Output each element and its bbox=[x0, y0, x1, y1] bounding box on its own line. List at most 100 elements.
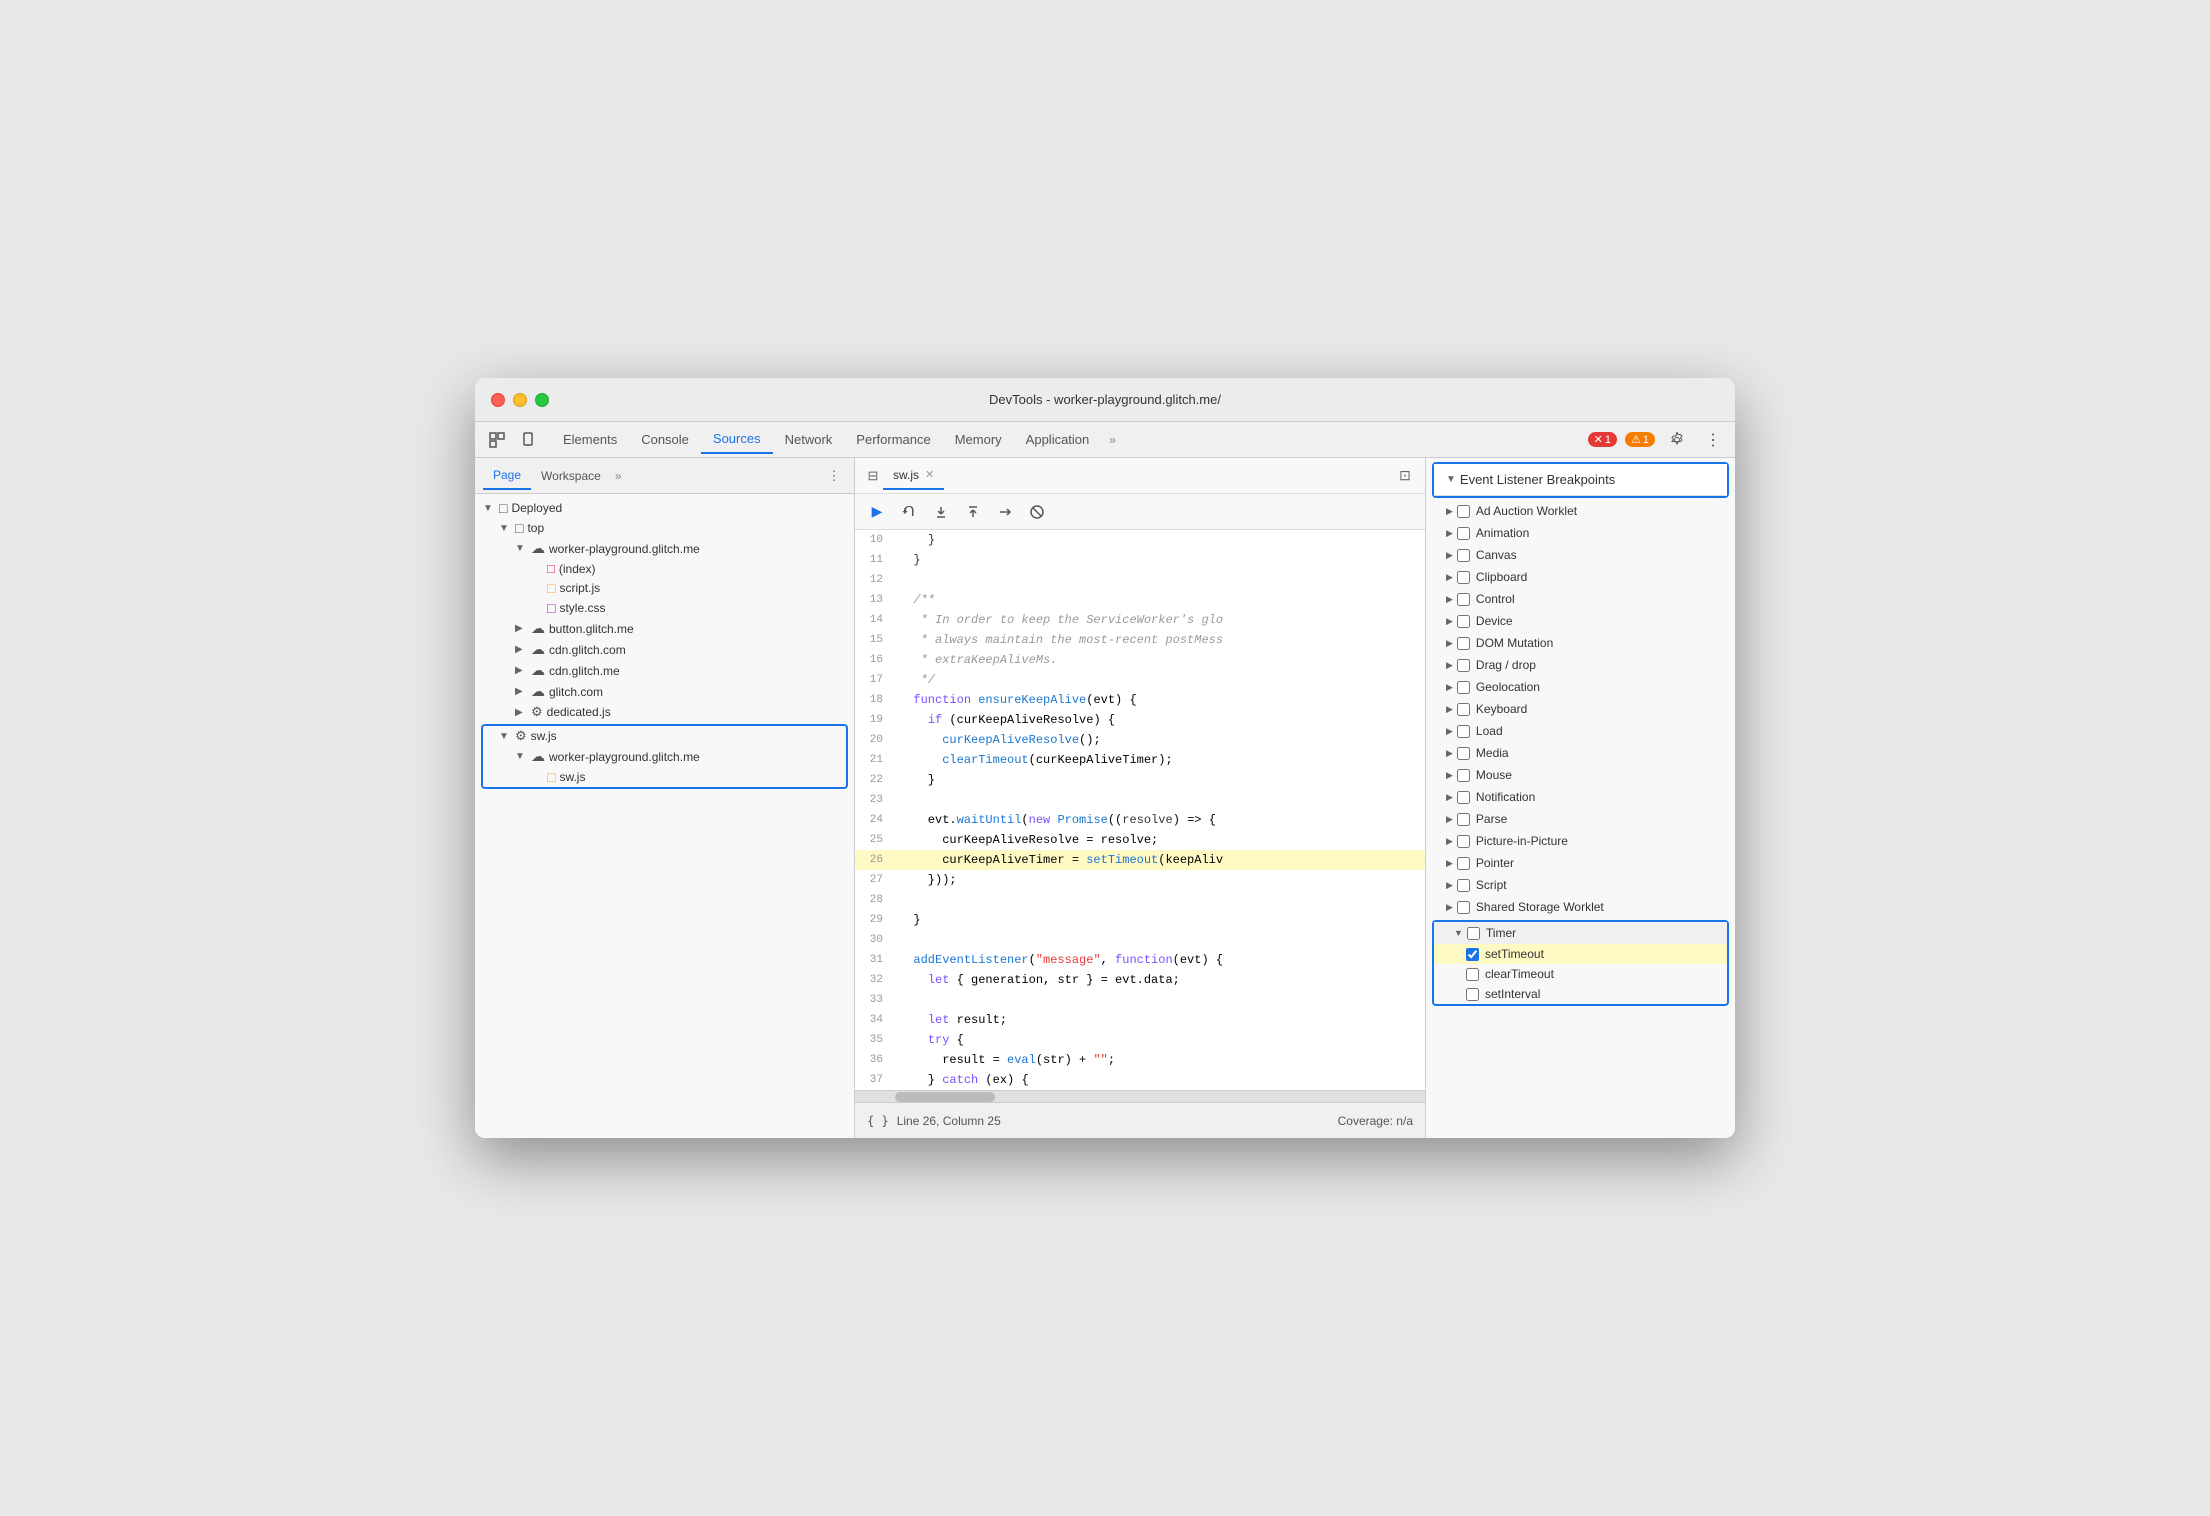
file-panel-menu-icon[interactable]: ⋮ bbox=[822, 464, 846, 488]
checkbox-drag-drop[interactable] bbox=[1457, 659, 1470, 672]
bp-section-dom-mutation[interactable]: ▶ DOM Mutation bbox=[1426, 632, 1735, 654]
checkbox-shared-storage[interactable] bbox=[1457, 901, 1470, 914]
checkbox-load[interactable] bbox=[1457, 725, 1470, 738]
bp-section-keyboard[interactable]: ▶ Keyboard bbox=[1426, 698, 1735, 720]
nav-memory[interactable]: Memory bbox=[943, 426, 1014, 453]
bp-section-shared-storage[interactable]: ▶ Shared Storage Worklet bbox=[1426, 896, 1735, 918]
checkbox-dom-mutation[interactable] bbox=[1457, 637, 1470, 650]
settings-icon[interactable] bbox=[1663, 426, 1691, 454]
checkbox-script[interactable] bbox=[1457, 879, 1470, 892]
nav-elements[interactable]: Elements bbox=[551, 426, 629, 453]
debug-step-over-btn[interactable] bbox=[895, 498, 923, 526]
tab-workspace[interactable]: Workspace bbox=[531, 463, 611, 489]
checkbox-animation[interactable] bbox=[1457, 527, 1470, 540]
bp-section-mouse[interactable]: ▶ Mouse bbox=[1426, 764, 1735, 786]
code-panel-expand-icon[interactable]: ⊟ bbox=[863, 466, 883, 486]
scrollbar-thumb[interactable] bbox=[895, 1092, 995, 1102]
checkbox-settimeout[interactable] bbox=[1466, 948, 1479, 961]
bp-item-settimeout[interactable]: setTimeout bbox=[1434, 944, 1727, 964]
checkbox-control[interactable] bbox=[1457, 593, 1470, 606]
error-badge[interactable]: ✕ 1 bbox=[1588, 432, 1617, 447]
bp-section-canvas[interactable]: ▶ Canvas bbox=[1426, 544, 1735, 566]
checkbox-ad-auction[interactable] bbox=[1457, 505, 1470, 518]
checkbox-geolocation[interactable] bbox=[1457, 681, 1470, 694]
tree-item-scriptjs[interactable]: ▶ □ script.js bbox=[475, 578, 854, 598]
code-area[interactable]: 10 } 11 } 12 13 /** 14 * I bbox=[855, 530, 1425, 1090]
bp-section-notification[interactable]: ▶ Notification bbox=[1426, 786, 1735, 808]
bp-section-geolocation[interactable]: ▶ Geolocation bbox=[1426, 676, 1735, 698]
bp-section-device[interactable]: ▶ Device bbox=[1426, 610, 1735, 632]
code-action-expand-icon[interactable]: ⊡ bbox=[1393, 464, 1417, 488]
bp-section-animation[interactable]: ▶ Animation bbox=[1426, 522, 1735, 544]
bp-section-parse[interactable]: ▶ Parse bbox=[1426, 808, 1735, 830]
tab-page[interactable]: Page bbox=[483, 462, 531, 490]
checkbox-clipboard[interactable] bbox=[1457, 571, 1470, 584]
checkbox-picture-in-picture[interactable] bbox=[1457, 835, 1470, 848]
tree-item-index[interactable]: ▶ □ (index) bbox=[475, 559, 854, 578]
nav-performance[interactable]: Performance bbox=[844, 426, 942, 453]
checkbox-canvas[interactable] bbox=[1457, 549, 1470, 562]
tree-item-dedicatedjs[interactable]: ▶ ⚙ dedicated.js bbox=[475, 702, 854, 722]
debug-step-into-btn[interactable] bbox=[927, 498, 955, 526]
format-button[interactable]: { } bbox=[867, 1114, 889, 1128]
horizontal-scrollbar[interactable] bbox=[855, 1090, 1425, 1102]
code-tab-close-icon[interactable]: ✕ bbox=[925, 468, 934, 481]
tree-item-worker-playground[interactable]: ▼ ☁ worker-playground.glitch.me bbox=[475, 538, 854, 559]
minimize-button[interactable] bbox=[513, 393, 527, 407]
tree-item-button-glitch[interactable]: ▶ ☁ button.glitch.me bbox=[475, 618, 854, 639]
checkbox-device[interactable] bbox=[1457, 615, 1470, 628]
more-icon[interactable]: ⋮ bbox=[1699, 426, 1727, 454]
checkbox-pointer[interactable] bbox=[1457, 857, 1470, 870]
nav-application[interactable]: Application bbox=[1014, 426, 1102, 453]
bp-section-drag-drop[interactable]: ▶ Drag / drop bbox=[1426, 654, 1735, 676]
line-num-20: 20 bbox=[855, 730, 895, 750]
tree-item-cdn-glitch-com[interactable]: ▶ ☁ cdn.glitch.com bbox=[475, 639, 854, 660]
bp-header[interactable]: ▼ Event Listener Breakpoints bbox=[1434, 464, 1727, 496]
bp-section-control[interactable]: ▶ Control bbox=[1426, 588, 1735, 610]
bp-section-load[interactable]: ▶ Load bbox=[1426, 720, 1735, 742]
tree-item-swjs-file[interactable]: ▶ □ sw.js bbox=[483, 767, 846, 787]
checkbox-media[interactable] bbox=[1457, 747, 1470, 760]
bp-section-clipboard[interactable]: ▶ Clipboard bbox=[1426, 566, 1735, 588]
nav-more-icon[interactable]: » bbox=[1101, 427, 1124, 453]
nav-console[interactable]: Console bbox=[629, 426, 701, 453]
bp-section-picture-in-picture[interactable]: ▶ Picture-in-Picture bbox=[1426, 830, 1735, 852]
bp-section-ad-auction[interactable]: ▶ Ad Auction Worklet bbox=[1426, 500, 1735, 522]
warn-badge[interactable]: ⚠ 1 bbox=[1625, 432, 1655, 447]
tree-item-deployed[interactable]: ▼ □ Deployed bbox=[475, 498, 854, 518]
tree-item-swjs-root[interactable]: ▼ ⚙ sw.js bbox=[483, 726, 846, 746]
device-icon[interactable] bbox=[515, 426, 543, 454]
tree-item-swjs-cloud[interactable]: ▼ ☁ worker-playground.glitch.me bbox=[483, 746, 846, 767]
debug-resume-btn[interactable]: ▶ bbox=[863, 498, 891, 526]
bp-item-cleartimeout[interactable]: clearTimeout bbox=[1434, 964, 1727, 984]
checkbox-keyboard[interactable] bbox=[1457, 703, 1470, 716]
nav-network[interactable]: Network bbox=[773, 426, 845, 453]
tree-item-top[interactable]: ▼ □ top bbox=[475, 518, 854, 538]
bp-section-script[interactable]: ▶ Script bbox=[1426, 874, 1735, 896]
bp-section-pointer[interactable]: ▶ Pointer bbox=[1426, 852, 1735, 874]
tree-item-glitch-com[interactable]: ▶ ☁ glitch.com bbox=[475, 681, 854, 702]
debug-step-btn[interactable] bbox=[991, 498, 1019, 526]
checkbox-timer[interactable] bbox=[1467, 927, 1480, 940]
bp-section-media[interactable]: ▶ Media bbox=[1426, 742, 1735, 764]
bp-item-setinterval[interactable]: setInterval bbox=[1434, 984, 1727, 1004]
file-panel-more-icon[interactable]: » bbox=[611, 465, 626, 487]
checkbox-setinterval[interactable] bbox=[1466, 988, 1479, 1001]
close-button[interactable] bbox=[491, 393, 505, 407]
checkbox-parse[interactable] bbox=[1457, 813, 1470, 826]
inspector-icon[interactable] bbox=[483, 426, 511, 454]
code-tab-swjs[interactable]: sw.js ✕ bbox=[883, 462, 944, 490]
debug-deactivate-btn[interactable] bbox=[1023, 498, 1051, 526]
label-picture-in-picture: Picture-in-Picture bbox=[1476, 834, 1568, 848]
code-line-35: 35 try { bbox=[855, 1030, 1425, 1050]
checkbox-cleartimeout[interactable] bbox=[1466, 968, 1479, 981]
line-num-25: 25 bbox=[855, 830, 895, 850]
bp-section-timer[interactable]: ▼ Timer bbox=[1434, 922, 1727, 944]
tree-item-stylecss[interactable]: ▶ □ style.css bbox=[475, 598, 854, 618]
tree-item-cdn-glitch-me[interactable]: ▶ ☁ cdn.glitch.me bbox=[475, 660, 854, 681]
checkbox-mouse[interactable] bbox=[1457, 769, 1470, 782]
nav-sources[interactable]: Sources bbox=[701, 425, 773, 454]
maximize-button[interactable] bbox=[535, 393, 549, 407]
debug-step-out-btn[interactable] bbox=[959, 498, 987, 526]
checkbox-notification[interactable] bbox=[1457, 791, 1470, 804]
